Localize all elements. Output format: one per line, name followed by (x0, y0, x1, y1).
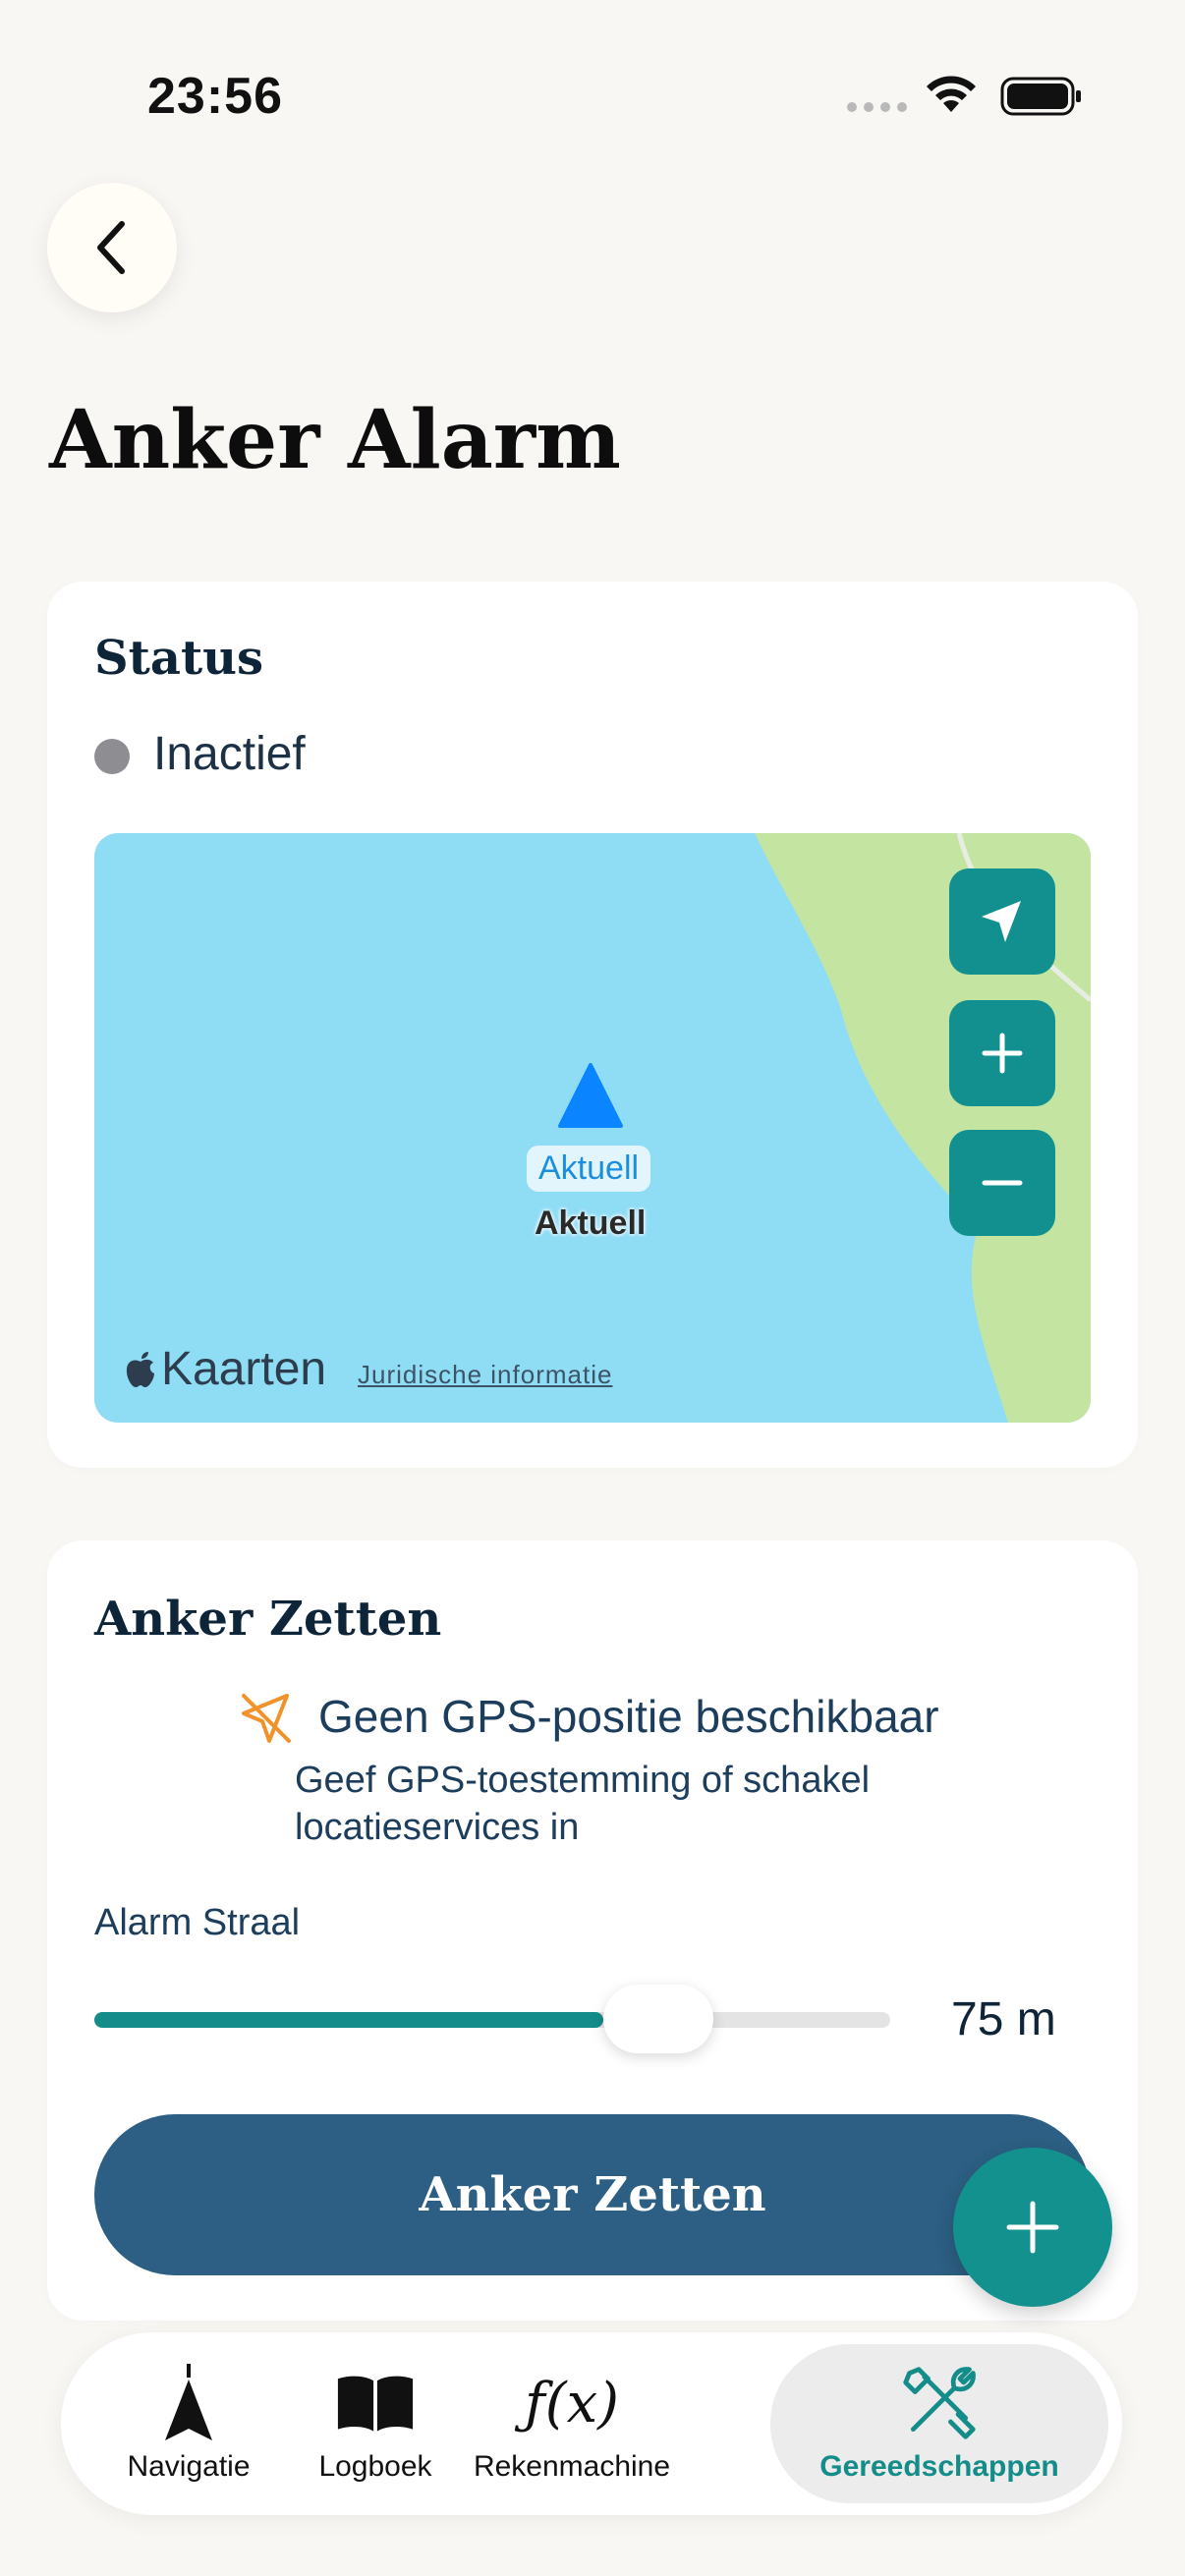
tab-navigatie[interactable]: Navigatie (90, 2332, 287, 2515)
tab-navigatie-label: Navigatie (127, 2450, 251, 2483)
set-anchor-button[interactable]: Anker Zetten (94, 2114, 1091, 2275)
chevron-left-icon (97, 221, 125, 274)
radius-label: Alarm Straal (94, 1902, 301, 1943)
status-text: Inactief (153, 728, 306, 780)
radius-value: 75 m (951, 1993, 1056, 2045)
zoom-out-button[interactable] (949, 1130, 1055, 1236)
page-title: Anker Alarm (49, 393, 621, 487)
tab-logboek-label: Logboek (318, 2450, 432, 2483)
plus-icon (1006, 2201, 1059, 2254)
status-title: Status (94, 631, 264, 686)
tab-bar: Navigatie Logboek ƒ(x) Rekenmachine Gere… (61, 2332, 1122, 2515)
map-view[interactable]: Aktuell Aktuell Kaarten Juridische infor… (94, 833, 1091, 1423)
navigation-icon (165, 2364, 212, 2440)
status-time: 23:56 (147, 68, 283, 125)
zoom-in-icon (982, 1033, 1023, 1074)
radius-slider[interactable] (94, 2012, 890, 2028)
anchor-card-title: Anker Zetten (94, 1592, 442, 1647)
current-location-label: Aktuell (535, 1204, 647, 1242)
add-fab-button[interactable] (953, 2148, 1112, 2307)
radius-slider-thumb[interactable] (603, 1985, 713, 2053)
current-location-pill: Aktuell (527, 1146, 651, 1192)
zoom-out-icon (982, 1180, 1023, 1186)
tab-gereedschappen[interactable]: Gereedschappen (770, 2344, 1108, 2503)
tab-rekenmachine[interactable]: ƒ(x) Rekenmachine (464, 2332, 680, 2515)
back-button[interactable] (47, 183, 177, 312)
current-location-arrow-icon (558, 1063, 623, 1128)
zoom-in-button[interactable] (949, 1000, 1055, 1106)
legal-info-link[interactable]: Juridische informatie (358, 1360, 612, 1390)
maps-brand: Kaarten (124, 1342, 326, 1396)
gps-warning-subtitle: Geef GPS-toestemming of schakel locaties… (295, 1760, 871, 1848)
status-card: Status Inactief Aktuell Aktuell Kaarten … (47, 582, 1138, 1468)
status-indicator-dot (94, 739, 130, 774)
cellular-signal-icon (847, 102, 907, 112)
battery-icon (1000, 77, 1081, 116)
location-slash-icon (242, 1694, 291, 1743)
gps-warning-title: Geen GPS-positie beschikbaar (318, 1691, 939, 1742)
wifi-icon (927, 76, 976, 112)
function-icon: ƒ(x) (525, 2371, 620, 2436)
locate-button[interactable] (949, 868, 1055, 975)
tab-rekenmachine-label: Rekenmachine (473, 2450, 671, 2483)
locate-arrow-icon (982, 901, 1021, 942)
apple-logo-icon (126, 1351, 154, 1387)
tab-logboek[interactable]: Logboek (297, 2332, 454, 2515)
tools-icon (903, 2367, 976, 2439)
maps-brand-label: Kaarten (161, 1343, 327, 1395)
book-icon (337, 2376, 414, 2432)
radius-slider-fill (94, 2012, 604, 2028)
tab-gereedschappen-label: Gereedschappen (819, 2450, 1059, 2483)
